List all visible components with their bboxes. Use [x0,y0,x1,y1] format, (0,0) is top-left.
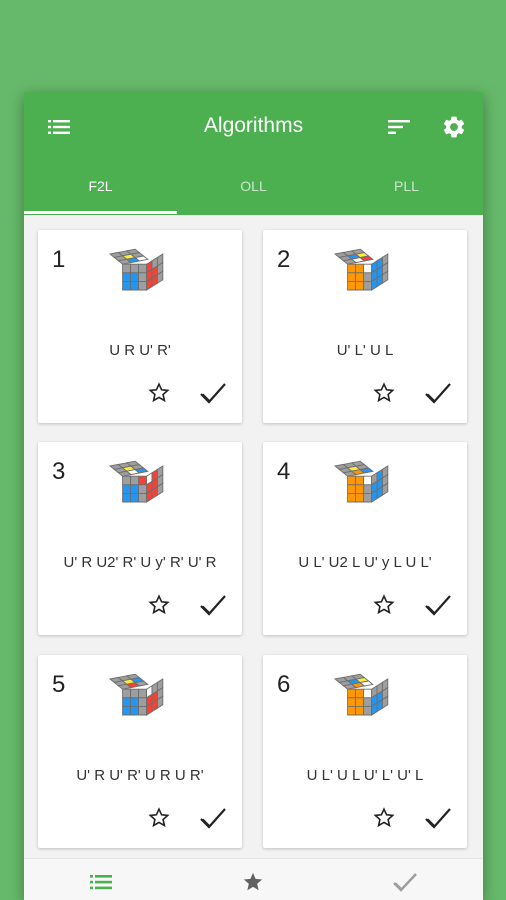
star-outline-icon[interactable] [144,803,174,833]
algorithm-notation: U L' U L U' L' U' L [306,767,424,784]
algorithm-card[interactable]: 4 U L' U2 L U' y L U L' [263,442,467,635]
algorithm-card[interactable]: 1 U R U' R' [38,230,242,423]
app-bar: Algorithms F2L OLL PLL [24,92,483,215]
main-panel: Algorithms F2L OLL PLL 1 U R U' R' 2 U' L' … [24,92,483,900]
app-title: Algorithms [203,114,304,137]
algorithm-notation: U' L' U L [336,342,394,359]
algorithm-card[interactable]: 5 U' R U' R' U R U R' [38,655,242,848]
sort-icon[interactable] [384,112,414,142]
algorithm-card[interactable]: 3 U' R U2' R' U y' R' U' R [38,442,242,635]
checkmark-icon[interactable] [198,803,228,833]
cube-diagram [325,669,405,754]
algorithm-notation: U' R U2' R' U y' R' U' R [63,554,217,571]
star-outline-icon[interactable] [369,378,399,408]
bottom-nav [24,858,483,900]
algorithm-number: 6 [277,671,291,698]
algorithm-number: 5 [52,671,66,698]
list-icon[interactable] [86,867,116,897]
cube-diagram [100,669,180,754]
algorithm-number: 4 [277,458,291,485]
star-outline-icon[interactable] [369,590,399,620]
tab-pll[interactable]: PLL [330,172,483,215]
algorithm-number: 2 [277,246,291,273]
tab-f2l[interactable]: F2L [24,172,177,215]
tab-indicator [24,211,177,214]
checkmark-icon[interactable] [423,803,453,833]
checkmark-icon[interactable] [423,378,453,408]
tab-oll[interactable]: OLL [177,172,330,215]
cube-diagram [100,244,180,329]
algorithm-notation: U L' U2 L U' y L U L' [298,554,432,571]
checkmark-icon[interactable] [390,867,420,897]
algorithm-card[interactable]: 2 U' L' U L [263,230,467,423]
algorithm-card[interactable]: 6 U L' U L U' L' U' L [263,655,467,848]
algorithm-number: 3 [52,458,66,485]
star-outline-icon[interactable] [369,803,399,833]
algorithm-notation: U' R U' R' U R U R' [76,767,204,784]
checkmark-icon[interactable] [198,378,228,408]
star-outline-icon[interactable] [144,590,174,620]
algorithm-notation: U R U' R' [109,342,171,359]
cube-diagram [100,456,180,541]
cube-diagram [325,244,405,329]
star-icon[interactable] [238,867,268,897]
cube-diagram [325,456,405,541]
algorithm-number: 1 [52,246,66,273]
checkmark-icon[interactable] [423,590,453,620]
gear-icon[interactable] [439,112,469,142]
star-outline-icon[interactable] [144,378,174,408]
checkmark-icon[interactable] [198,590,228,620]
